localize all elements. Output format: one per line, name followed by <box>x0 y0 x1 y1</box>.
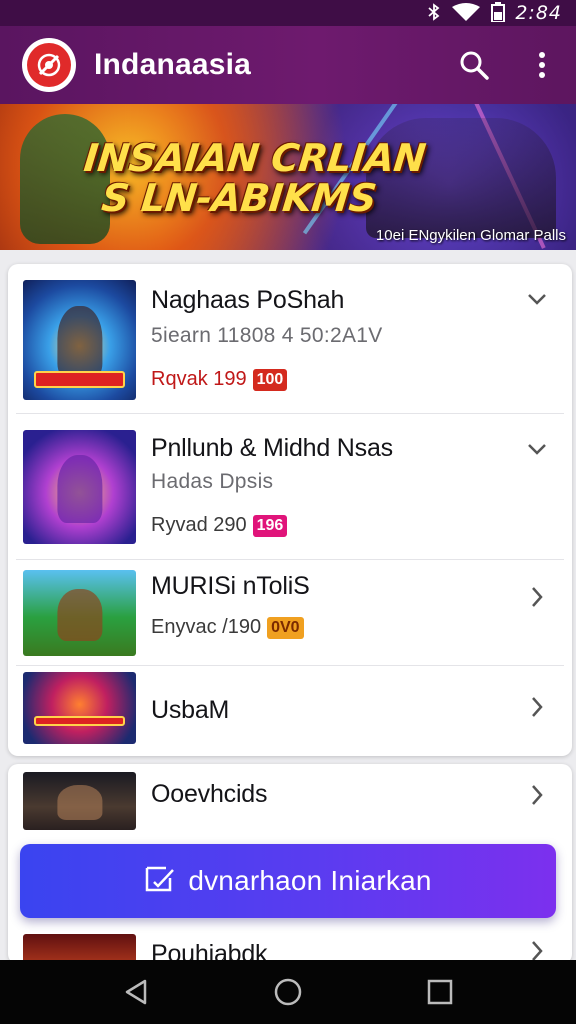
game-thumbnail <box>23 672 136 744</box>
app-logo <box>22 38 76 92</box>
list-item[interactable]: Pnllunb & Midhd Nsas Hadas Dpsis Ryvad 2… <box>8 414 572 560</box>
item-badge: 0V0 <box>267 616 304 639</box>
item-title: MURISi nToliS <box>151 572 310 600</box>
home-icon[interactable] <box>268 972 308 1012</box>
item-title: Naghaas PoShah <box>151 286 345 314</box>
app-title: Indanaasia <box>94 48 252 81</box>
primary-action-label: dvnarhaon Iniarkan <box>188 865 432 896</box>
list-item[interactable]: Ooevhcids <box>8 764 572 834</box>
edit-note-icon <box>144 864 176 899</box>
item-meta: Enyvac /190 <box>151 616 262 638</box>
item-title: Pnllunb & Midhd Nsas <box>151 434 393 462</box>
item-badge: 100 <box>252 368 288 391</box>
game-list-card: Naghaas PoShah 5iearn 11808 4 50:2A1V Rq… <box>8 264 572 756</box>
item-subtitle: 5iearn 11808 4 50:2A1V <box>151 324 383 347</box>
wifi-icon <box>451 2 481 24</box>
chevron-down-icon[interactable] <box>524 286 550 312</box>
chevron-right-icon[interactable] <box>524 694 550 720</box>
recents-icon[interactable] <box>420 972 460 1012</box>
game-thumbnail <box>23 570 136 656</box>
back-icon[interactable] <box>116 972 156 1012</box>
banner-caption: 10ei ENgykilen Glomar Palls <box>375 227 566 244</box>
chevron-right-icon[interactable] <box>524 584 550 610</box>
list-item[interactable]: Naghaas PoShah 5iearn 11808 4 50:2A1V Rq… <box>8 264 572 414</box>
status-time: 2:84 <box>515 2 562 24</box>
game-thumbnail <box>23 430 136 544</box>
app-bar: Indanaasia <box>0 26 576 104</box>
game-thumbnail <box>23 772 136 830</box>
system-nav-bar <box>0 960 576 1024</box>
more-vert-icon[interactable] <box>522 45 562 85</box>
item-title: Ooevhcids <box>151 780 268 808</box>
item-subtitle: Hadas Dpsis <box>151 470 274 493</box>
chevron-right-icon[interactable] <box>524 782 550 808</box>
status-bar: 2:84 <box>0 0 576 26</box>
item-meta: Ryvad 290 <box>151 514 247 536</box>
list-item[interactable]: UsbaM <box>8 666 572 756</box>
item-meta: Rqvak 199 <box>151 368 247 390</box>
item-title: UsbaM <box>151 696 230 724</box>
list-item[interactable]: MURISi nToliS Enyvac /190 0V0 <box>8 560 572 666</box>
banner-headline: INSAIAN CRLIAN S LN-ABIKMS <box>81 136 428 220</box>
bluetooth-icon <box>427 2 441 24</box>
game-thumbnail <box>23 280 136 400</box>
primary-action-button[interactable]: dvnarhaon Iniarkan <box>20 844 556 918</box>
promo-banner[interactable]: INSAIAN CRLIAN S LN-ABIKMS 10ei ENgykile… <box>0 104 576 250</box>
item-badge: 196 <box>252 514 288 537</box>
chevron-down-icon[interactable] <box>524 436 550 462</box>
search-icon[interactable] <box>454 45 494 85</box>
battery-icon <box>491 1 506 25</box>
